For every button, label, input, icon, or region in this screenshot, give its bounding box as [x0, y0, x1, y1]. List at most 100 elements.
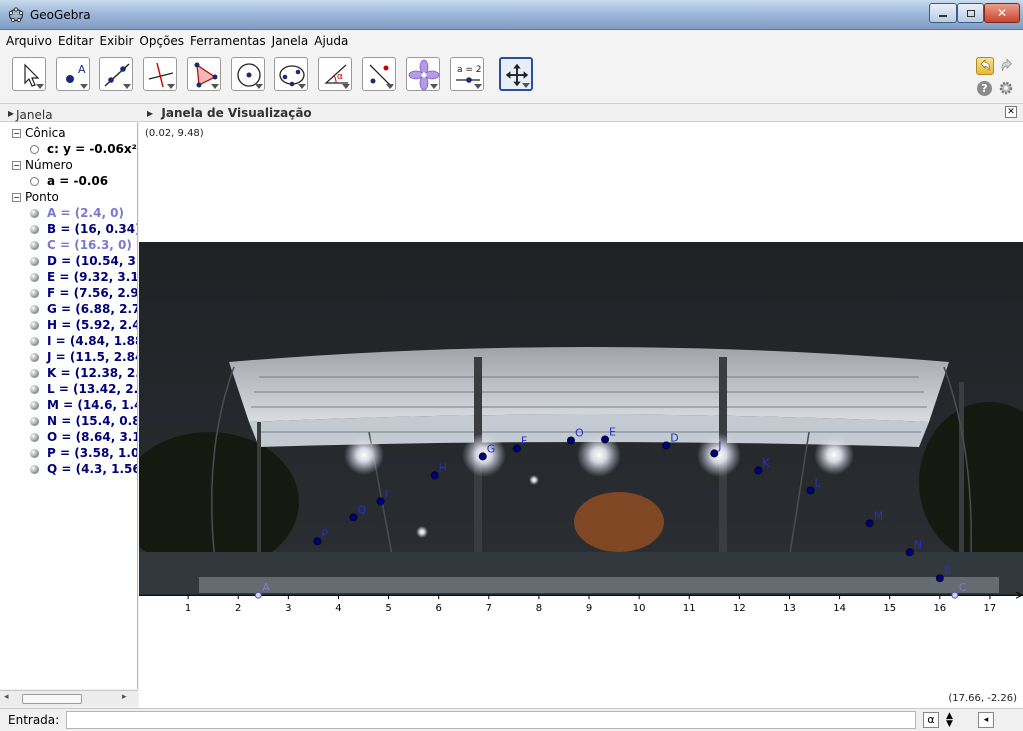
algebra-item[interactable]: G = (6.88, 2.78) [30, 302, 137, 316]
point-O[interactable] [566, 436, 575, 445]
spinner-icon[interactable]: ▲ ▼ [946, 712, 953, 729]
point-visibility-icon[interactable] [30, 401, 39, 410]
conic-tool[interactable] [274, 57, 308, 91]
visibility-toggle-icon[interactable] [30, 145, 39, 154]
algebra-item[interactable]: M = (14.6, 1.44 [30, 398, 137, 412]
maximize-button[interactable] [957, 3, 984, 23]
help-icon[interactable]: ? [977, 81, 992, 96]
undo-button[interactable] [976, 57, 994, 75]
point-visibility-icon[interactable] [30, 385, 39, 394]
point-visibility-icon[interactable] [30, 449, 39, 458]
point-visibility-icon[interactable] [30, 417, 39, 426]
point-visibility-icon[interactable] [30, 225, 39, 234]
slider-tool[interactable]: a = 2 [450, 57, 484, 91]
algebra-item[interactable]: I = (4.84, 1.88) [30, 334, 137, 348]
collapse-icon[interactable]: − [12, 193, 21, 202]
point-visibility-icon[interactable] [30, 257, 39, 266]
algebra-item[interactable]: N = (15.4, 0.86) [30, 414, 137, 428]
redo-button[interactable] [998, 57, 1016, 75]
point-H[interactable] [430, 471, 439, 480]
special-tool[interactable] [406, 57, 440, 91]
algebra-category[interactable]: − Cônica [12, 126, 66, 140]
algebra-item[interactable]: A = (2.4, 0) [30, 206, 124, 220]
point-D[interactable] [662, 441, 671, 450]
point-visibility-icon[interactable] [30, 465, 39, 474]
perpendicular-tool[interactable] [143, 57, 177, 91]
algebra-category[interactable]: − Ponto [12, 190, 59, 204]
menu-opcoes[interactable]: Opções [139, 34, 184, 48]
point-A[interactable] [254, 591, 262, 599]
algebra-item[interactable]: P = (3.58, 1.08) [30, 446, 137, 460]
point-visibility-icon[interactable] [30, 241, 39, 250]
settings-button[interactable] [998, 80, 1014, 96]
graphics-view[interactable]: 1 2 3 4 5 6 7 8 9 10 11 12 13 14 15 16 17 ABCDEFGHIJKLMN… [139, 122, 1023, 708]
algebra-item[interactable]: F = (7.56, 2.94) [30, 286, 137, 300]
close-view-button[interactable]: ✕ [1005, 106, 1017, 118]
menu-ajuda[interactable]: Ajuda [314, 34, 348, 48]
algebra-category[interactable]: − Número [12, 158, 73, 172]
input-help-button[interactable]: ◂ [978, 712, 994, 728]
menu-janela[interactable]: Janela [272, 34, 309, 48]
algebra-item[interactable]: J = (11.5, 2.84) [30, 350, 137, 364]
point-F[interactable] [512, 444, 521, 453]
menu-editar[interactable]: Editar [58, 34, 94, 48]
point-visibility-icon[interactable] [30, 337, 39, 346]
point-G[interactable] [478, 452, 487, 461]
algebra-item[interactable]: c: y = -0.06x² + [30, 142, 137, 156]
algebra-item[interactable]: H = (5.92, 2.4) [30, 318, 137, 332]
point-M[interactable] [865, 519, 874, 528]
menu-arquivo[interactable]: Arquivo [6, 34, 52, 48]
point-visibility-icon[interactable] [30, 273, 39, 282]
graphics-canvas[interactable]: 1 2 3 4 5 6 7 8 9 10 11 12 13 14 15 16 17 ABCDEFGHIJKLMN… [139, 122, 1023, 708]
algebra-item[interactable]: E = (9.32, 3.12) [30, 270, 137, 284]
algebra-item[interactable]: a = -0.06 [30, 174, 108, 188]
point-Q[interactable] [349, 513, 358, 522]
scroll-right-icon[interactable]: ▸ [122, 692, 127, 702]
menu-exibir[interactable]: Exibir [99, 34, 133, 48]
algebra-item[interactable]: O = (8.64, 3.1) [30, 430, 137, 444]
polygon-tool[interactable] [187, 57, 221, 91]
point-visibility-icon[interactable] [30, 321, 39, 330]
point-visibility-icon[interactable] [30, 369, 39, 378]
point-visibility-icon[interactable] [30, 209, 39, 218]
reflect-tool[interactable] [362, 57, 396, 91]
scrollbar-thumb[interactable] [22, 694, 82, 704]
point-E[interactable] [601, 435, 610, 444]
point-C[interactable] [951, 591, 959, 599]
point-visibility-icon[interactable] [30, 353, 39, 362]
point-tool[interactable]: A [56, 57, 90, 91]
symbol-button[interactable]: α [923, 712, 939, 728]
algebra-item[interactable]: K = (12.38, 2.5( [30, 366, 137, 380]
line-tool[interactable] [99, 57, 133, 91]
angle-tool[interactable]: α [318, 57, 352, 91]
move-view-tool[interactable] [499, 57, 533, 91]
algebra-item[interactable]: B = (16, 0.34) [30, 222, 137, 236]
point-P[interactable] [313, 537, 322, 546]
point-I[interactable] [376, 497, 385, 506]
point-visibility-icon[interactable] [30, 289, 39, 298]
point-visibility-icon[interactable] [30, 433, 39, 442]
point-L[interactable] [806, 486, 815, 495]
algebra-item[interactable]: Q = (4.3, 1.56) [30, 462, 137, 476]
menu-ferramentas[interactable]: Ferramentas [190, 34, 266, 48]
algebra-item[interactable]: L = (13.42, 2.1: [30, 382, 137, 396]
visibility-toggle-icon[interactable] [30, 177, 39, 186]
minimize-button[interactable] [929, 3, 957, 23]
circle-tool[interactable] [231, 57, 265, 91]
algebra-item[interactable]: C = (16.3, 0) [30, 238, 132, 252]
point-B[interactable] [935, 574, 944, 583]
algebra-item[interactable]: D = (10.54, 3.0: [30, 254, 137, 268]
algebra-horizontal-scrollbar[interactable]: ◂ ▸ [0, 690, 138, 706]
collapse-icon[interactable]: − [12, 161, 21, 170]
point-K[interactable] [754, 466, 763, 475]
point-visibility-icon[interactable] [30, 305, 39, 314]
scroll-left-icon[interactable]: ◂ [4, 692, 9, 702]
close-button[interactable]: ✕ [984, 3, 1020, 23]
point-N[interactable] [905, 548, 914, 557]
algebra-view-header[interactable]: ▸ Janela de Álgebra [0, 104, 138, 150]
move-tool[interactable] [12, 57, 46, 91]
input-field[interactable] [66, 711, 916, 729]
collapse-icon[interactable]: − [12, 129, 21, 138]
graphics-view-header[interactable]: ▸ Janela de Visualização ✕ [139, 104, 1023, 122]
point-J[interactable] [710, 449, 719, 458]
